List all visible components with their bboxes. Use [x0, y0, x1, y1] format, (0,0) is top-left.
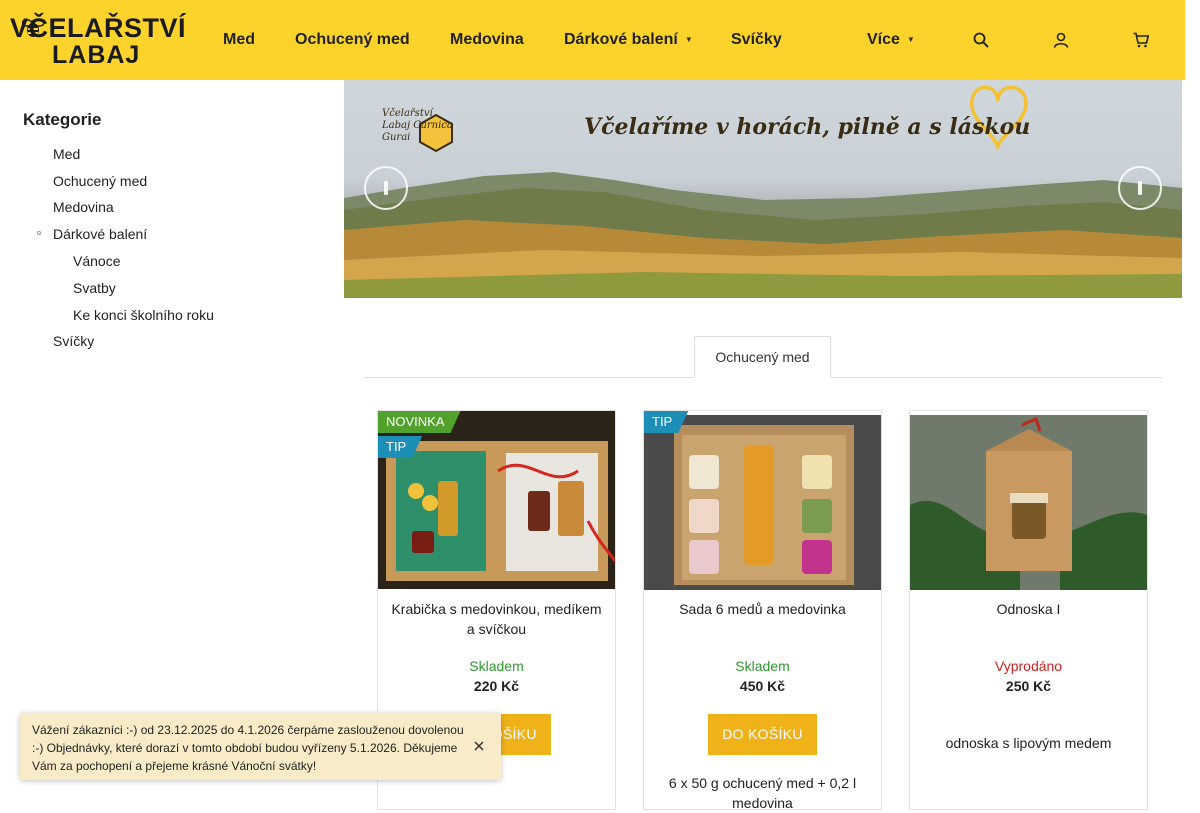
- product-price: 220 Kč: [473, 678, 520, 694]
- nav-label: Dárkové balení: [564, 31, 678, 48]
- add-to-cart-button[interactable]: DO KOŠÍKU: [708, 714, 817, 755]
- sidebar-item-ochuceny-med[interactable]: Ochucený med: [53, 173, 147, 189]
- product-price: 250 Kč: [1005, 678, 1052, 694]
- chevron-down-icon: ▼: [906, 35, 915, 45]
- category-sidebar: Kategorie Med Ochucený med Medovina Dárk…: [0, 80, 344, 800]
- nav-label: Svíčky: [731, 31, 782, 48]
- banner-prev-arrow[interactable]: [364, 166, 408, 210]
- product-description: odnoska s lipovým medem: [945, 735, 1112, 751]
- product-availability: Skladem: [469, 658, 524, 674]
- notice-text: Vážení zákazníci :-) od 23.12.2025 do 4.…: [32, 723, 464, 773]
- site-logo[interactable]: VČELAŘSTVÍ LABAJ: [10, 12, 186, 69]
- banner-landscape-image: [344, 85, 1182, 298]
- site-header: VČELAŘSTVÍ LABAJ Med Ochucený med Medovi…: [0, 0, 1185, 80]
- product-availability: Skladem: [735, 658, 790, 674]
- sidebar-item-svatby[interactable]: Svatby: [73, 280, 116, 296]
- nav-label: Medovina: [450, 31, 524, 48]
- cart-icon[interactable]: [1133, 32, 1149, 48]
- product-image[interactable]: [910, 415, 1147, 590]
- search-icon[interactable]: [973, 32, 989, 48]
- nav-label: Ochucený med: [295, 31, 410, 48]
- nav-item-darkove-baleni[interactable]: Dárkové balení ▼: [564, 31, 693, 49]
- user-icon[interactable]: [1053, 32, 1069, 48]
- nav-item-vice[interactable]: Více ▼: [867, 31, 915, 49]
- product-image[interactable]: [644, 415, 881, 590]
- banner-logo-text: Včelařství Labaj Carnica Gurai: [382, 108, 453, 143]
- sidebar-item-svicky[interactable]: Svíčky: [53, 333, 94, 349]
- nav-label: Med: [223, 31, 255, 48]
- hero-banner[interactable]: Včelařství Labaj Carnica Gurai Včelaříme…: [344, 80, 1182, 298]
- sidebar-item-med[interactable]: Med: [53, 146, 80, 162]
- nav-item-ochuceny-med[interactable]: Ochucený med: [295, 31, 410, 49]
- product-name[interactable]: Krabička s medovinkou, medíkem a svíčkou: [388, 599, 605, 639]
- logo-line-2: LABAJ: [52, 41, 141, 69]
- vacation-notice: Vážení zákazníci :-) od 23.12.2025 do 4.…: [20, 713, 501, 780]
- product-description: 6 x 50 g ochucený med + 0,2 l medovina: [668, 775, 857, 811]
- banner-next-arrow[interactable]: [1118, 166, 1162, 210]
- tab-ochuceny-med[interactable]: Ochucený med: [694, 336, 831, 378]
- product-name[interactable]: Odnoska I: [920, 599, 1137, 619]
- nav-item-medovina[interactable]: Medovina: [450, 31, 524, 49]
- gift-bag-image: [910, 415, 1147, 590]
- banner-slogan: Včelaříme v horách, pilně a s láskou: [584, 114, 1031, 140]
- expanded-bullet-icon: [37, 231, 41, 235]
- nav-label: Více: [867, 31, 900, 48]
- product-price: 450 Kč: [739, 678, 786, 694]
- sidebar-title: Kategorie: [23, 110, 102, 129]
- nav-item-med[interactable]: Med: [223, 31, 255, 49]
- close-icon[interactable]: [474, 740, 484, 752]
- product-availability: Vyprodáno: [994, 658, 1063, 674]
- badge-novinka: NOVINKA: [378, 411, 461, 433]
- chevron-down-icon: ▼: [684, 35, 693, 45]
- nav-item-svicky[interactable]: Svíčky: [731, 31, 782, 49]
- product-name[interactable]: Sada 6 medů a medovinka: [654, 599, 871, 619]
- sidebar-item-vanoce[interactable]: Vánoce: [73, 253, 120, 269]
- product-card[interactable]: TIP Sada 6 medů a medovinka Skladem 450 …: [643, 410, 882, 811]
- sidebar-item-ke-konci-skolniho-roku[interactable]: Ke konci školního roku: [73, 307, 214, 323]
- gift-box-image: [644, 415, 881, 590]
- sidebar-item-darkove-baleni[interactable]: Dárkové balení: [53, 226, 147, 242]
- product-card[interactable]: Odnoska I Vyprodáno 250 Kč odnoska s lip…: [909, 410, 1148, 810]
- sidebar-item-medovina[interactable]: Medovina: [53, 199, 114, 215]
- logo-line-1: VČELAŘSTVÍ: [10, 13, 187, 43]
